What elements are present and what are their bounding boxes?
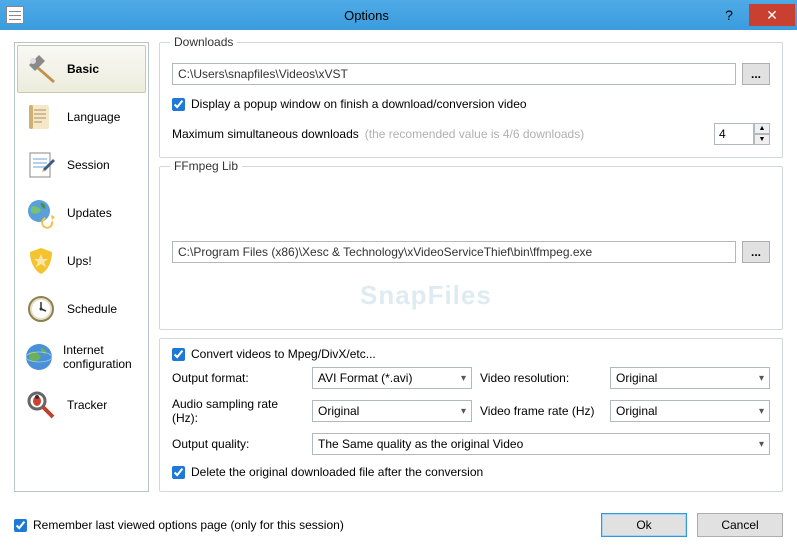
sidebar-item-label: Internet configuration	[63, 343, 140, 371]
sidebar-item-label: Schedule	[67, 302, 117, 316]
window-title: Options	[24, 8, 709, 23]
titlebar: Options ? ✕	[0, 0, 797, 30]
cancel-button[interactable]: Cancel	[697, 513, 783, 537]
convert-enable-checkbox[interactable]	[172, 348, 185, 361]
output-format-select[interactable]: AVI Format (*.avi)	[312, 367, 472, 389]
sidebar-item-updates[interactable]: Updates	[17, 189, 146, 237]
sidebar-item-session[interactable]: Session	[17, 141, 146, 189]
remember-page-label: Remember last viewed options page (only …	[33, 518, 344, 532]
audio-rate-label: Audio sampling rate (Hz):	[172, 397, 304, 425]
globe-refresh-icon	[23, 195, 59, 231]
options-sidebar: Basic Language Session Updates	[14, 42, 149, 492]
sidebar-item-label: Basic	[67, 62, 99, 76]
output-quality-select[interactable]: The Same quality as the original Video	[312, 433, 770, 455]
bug-magnifier-icon	[23, 387, 59, 423]
sidebar-item-language[interactable]: Language	[17, 93, 146, 141]
convert-group: Convert videos to Mpeg/DivX/etc... Outpu…	[159, 338, 783, 492]
frame-rate-select[interactable]: Original	[610, 400, 770, 422]
popup-on-finish-checkbox[interactable]	[172, 98, 185, 111]
sidebar-item-label: Language	[67, 110, 120, 124]
sidebar-item-schedule[interactable]: Schedule	[17, 285, 146, 333]
audio-rate-select[interactable]: Original	[312, 400, 472, 422]
popup-on-finish-label: Display a popup window on finish a downl…	[191, 97, 527, 111]
video-resolution-select[interactable]: Original	[610, 367, 770, 389]
spin-down-button[interactable]: ▼	[754, 134, 770, 145]
clock-icon	[23, 291, 59, 327]
output-format-label: Output format:	[172, 371, 304, 385]
sidebar-item-label: Session	[67, 158, 110, 172]
ffmpeg-group: FFmpeg Lib ...	[159, 166, 783, 330]
sidebar-item-label: Tracker	[67, 398, 107, 412]
convert-enable-label: Convert videos to Mpeg/DivX/etc...	[191, 347, 376, 361]
sidebar-item-basic[interactable]: Basic	[17, 45, 146, 93]
remember-page-checkbox[interactable]	[14, 519, 27, 532]
browse-download-path-button[interactable]: ...	[742, 63, 770, 85]
downloads-group: Downloads ... Display a popup window on …	[159, 42, 783, 158]
hammer-icon	[23, 51, 59, 87]
content-panel: Downloads ... Display a popup window on …	[159, 42, 783, 492]
scroll-icon	[23, 99, 59, 135]
sidebar-item-label: Ups!	[67, 254, 92, 268]
ffmpeg-legend: FFmpeg Lib	[170, 159, 242, 173]
sidebar-item-tracker[interactable]: Tracker	[17, 381, 146, 429]
ffmpeg-path-input[interactable]	[172, 241, 736, 263]
video-resolution-label: Video resolution:	[480, 371, 602, 385]
delete-original-checkbox[interactable]	[172, 466, 185, 479]
shield-icon	[23, 243, 59, 279]
sidebar-item-label: Updates	[67, 206, 112, 220]
ok-button[interactable]: Ok	[601, 513, 687, 537]
output-quality-label: Output quality:	[172, 437, 304, 451]
globe-icon	[23, 339, 55, 375]
max-downloads-hint: (the recomended value is 4/6 downloads)	[365, 127, 584, 141]
client-area: SnapFiles Basic Language Session	[0, 30, 797, 549]
spin-up-button[interactable]: ▲	[754, 123, 770, 134]
downloads-legend: Downloads	[170, 35, 237, 49]
max-downloads-spinner[interactable]: ▲ ▼	[714, 123, 770, 145]
help-button[interactable]: ?	[709, 3, 749, 27]
max-downloads-label: Maximum simultaneous downloads	[172, 127, 359, 141]
download-path-input[interactable]	[172, 63, 736, 85]
max-downloads-input[interactable]	[714, 123, 754, 145]
dialog-footer: Remember last viewed options page (only …	[14, 513, 783, 537]
sidebar-item-internet[interactable]: Internet configuration	[17, 333, 146, 381]
frame-rate-label: Video frame rate (Hz)	[480, 404, 602, 418]
browse-ffmpeg-path-button[interactable]: ...	[742, 241, 770, 263]
notepad-icon	[23, 147, 59, 183]
delete-original-label: Delete the original downloaded file afte…	[191, 465, 483, 479]
system-menu-icon[interactable]	[6, 6, 24, 24]
sidebar-item-ups[interactable]: Ups!	[17, 237, 146, 285]
close-button[interactable]: ✕	[749, 4, 795, 26]
